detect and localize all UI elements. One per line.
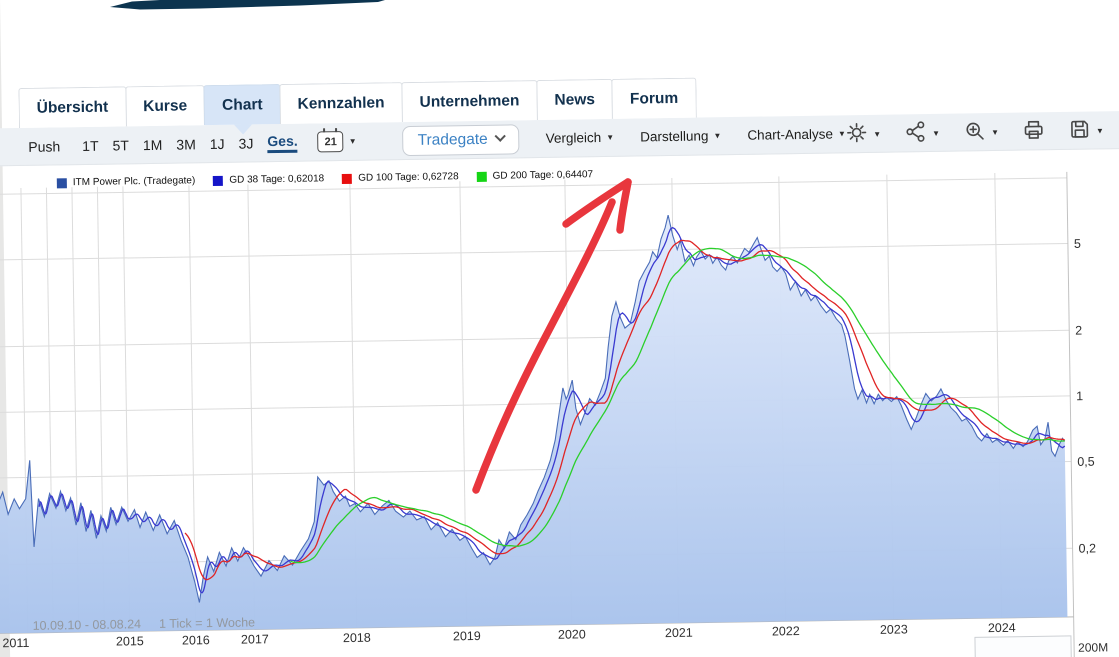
tab-chart[interactable]: Chart bbox=[203, 83, 281, 135]
menu-darstellung[interactable]: Darstellung ▼ bbox=[640, 128, 721, 144]
chevron-down-icon: ▼ bbox=[1095, 125, 1104, 135]
menu-buttons: Vergleich ▼ Darstellung ▼ Chart-Analyse ▼ bbox=[520, 126, 846, 146]
legend-item: GD 38 Tage: 0,62018 bbox=[213, 173, 324, 186]
svg-text:5: 5 bbox=[1074, 237, 1081, 251]
chevron-down-icon: ▼ bbox=[990, 127, 1000, 137]
tab-forum[interactable]: Forum bbox=[611, 77, 697, 119]
svg-text:2020: 2020 bbox=[558, 627, 586, 641]
calendar-day: 21 bbox=[324, 135, 337, 148]
svg-text:2024: 2024 bbox=[988, 621, 1016, 635]
settings-icon bbox=[845, 121, 868, 147]
tick-resolution-label: 1 Tick = 1 Woche bbox=[158, 615, 256, 631]
svg-text:0,2: 0,2 bbox=[1078, 541, 1096, 555]
legend-swatch bbox=[342, 173, 353, 184]
browser-page: Übersicht Kurse Chart Kennzahlen Unternehmen… bbox=[0, 0, 1119, 657]
zoom-in-icon bbox=[963, 119, 986, 145]
range-buttons: Push 1T 5T 1M 3M 1J 3J Ges. bbox=[28, 132, 312, 156]
tab-uebersicht[interactable]: Übersicht bbox=[18, 86, 127, 128]
svg-text:2023: 2023 bbox=[880, 622, 908, 636]
share-button[interactable]: ▼ bbox=[904, 120, 940, 147]
calendar-button[interactable]: 21 ▼ bbox=[317, 131, 357, 153]
legend-label: GD 38 Tage: 0,62018 bbox=[229, 173, 325, 186]
range-button-ges[interactable]: Ges. bbox=[267, 132, 298, 153]
chevron-down-icon: ▼ bbox=[873, 129, 882, 139]
range-button-1t[interactable]: 1T bbox=[82, 137, 99, 153]
save-icon bbox=[1068, 118, 1091, 144]
range-button-1m[interactable]: 1M bbox=[143, 136, 163, 152]
svg-text:2016: 2016 bbox=[182, 633, 210, 647]
range-button-3m[interactable]: 3M bbox=[176, 136, 196, 152]
range-button-3j[interactable]: 3J bbox=[238, 135, 253, 151]
exchange-select[interactable]: Tradegate bbox=[402, 123, 520, 156]
tab-kurse[interactable]: Kurse bbox=[124, 85, 206, 127]
svg-text:2021: 2021 bbox=[665, 626, 693, 640]
legend-item: GD 200 Tage: 0,64407 bbox=[476, 169, 594, 182]
save-button[interactable]: ▼ bbox=[1068, 117, 1104, 144]
chevron-down-icon bbox=[495, 130, 507, 142]
calendar-icon: 21 bbox=[317, 131, 344, 153]
menu-vergleich[interactable]: Vergleich ▼ bbox=[546, 130, 615, 146]
svg-text:2: 2 bbox=[1075, 324, 1082, 338]
active-tab-notch bbox=[233, 124, 252, 135]
tab-unternehmen[interactable]: Unternehmen bbox=[401, 80, 538, 123]
svg-text:1: 1 bbox=[1076, 389, 1083, 403]
legend-label: GD 100 Tage: 0,62728 bbox=[358, 171, 459, 184]
menu-label: Chart-Analyse bbox=[747, 126, 834, 143]
chevron-down-icon: ▼ bbox=[606, 132, 615, 142]
chevron-down-icon: ▼ bbox=[348, 136, 357, 146]
range-button-push[interactable]: Push bbox=[28, 138, 60, 154]
svg-text:2018: 2018 bbox=[343, 631, 371, 645]
share-icon bbox=[904, 120, 927, 146]
chart-module: Übersicht Kurse Chart Kennzahlen Unternehmen… bbox=[0, 0, 1119, 657]
svg-text:2022: 2022 bbox=[772, 624, 800, 638]
date-range-label: 10.09.10 - 08.08.24 bbox=[32, 617, 142, 633]
chevron-down-icon: ▼ bbox=[932, 128, 941, 138]
tab-kennzahlen[interactable]: Kennzahlen bbox=[279, 82, 403, 124]
screenshot-stage: Übersicht Kurse Chart Kennzahlen Unternehmen… bbox=[0, 0, 1119, 657]
volume-axis-label: 200M bbox=[1078, 640, 1108, 654]
range-button-1j[interactable]: 1J bbox=[210, 135, 225, 151]
legend-item: GD 100 Tage: 0,62728 bbox=[342, 171, 459, 184]
print-button[interactable] bbox=[1022, 118, 1045, 144]
exchange-select-label: Tradegate bbox=[417, 130, 488, 149]
menu-chart-analyse[interactable]: Chart-Analyse ▼ bbox=[747, 126, 846, 143]
svg-text:2015: 2015 bbox=[116, 634, 144, 648]
svg-text:2017: 2017 bbox=[241, 632, 269, 646]
svg-text:0,5: 0,5 bbox=[1077, 455, 1095, 469]
legend-swatch bbox=[56, 177, 67, 188]
settings-button[interactable]: ▼ bbox=[845, 121, 881, 148]
print-icon bbox=[1022, 118, 1045, 144]
zoom-in-button[interactable]: ▼ bbox=[963, 119, 999, 146]
legend-swatch bbox=[213, 175, 224, 186]
svg-text:2011: 2011 bbox=[2, 636, 29, 650]
svg-text:2019: 2019 bbox=[453, 629, 481, 643]
toolbar-icons: ▼ ▼ ▼ ▼ bbox=[845, 111, 1104, 153]
menu-label: Vergleich bbox=[545, 130, 602, 146]
tab-news[interactable]: News bbox=[536, 78, 614, 121]
chevron-down-icon: ▼ bbox=[713, 131, 722, 141]
legend-label: GD 200 Tage: 0,64407 bbox=[492, 169, 594, 182]
legend-swatch bbox=[476, 171, 487, 182]
range-button-5t[interactable]: 5T bbox=[112, 137, 129, 153]
legend-label: ITM Power Plc. (Tradegate) bbox=[72, 175, 196, 189]
menu-label: Darstellung bbox=[640, 128, 709, 145]
legend-item: ITM Power Plc. (Tradegate) bbox=[56, 175, 196, 189]
